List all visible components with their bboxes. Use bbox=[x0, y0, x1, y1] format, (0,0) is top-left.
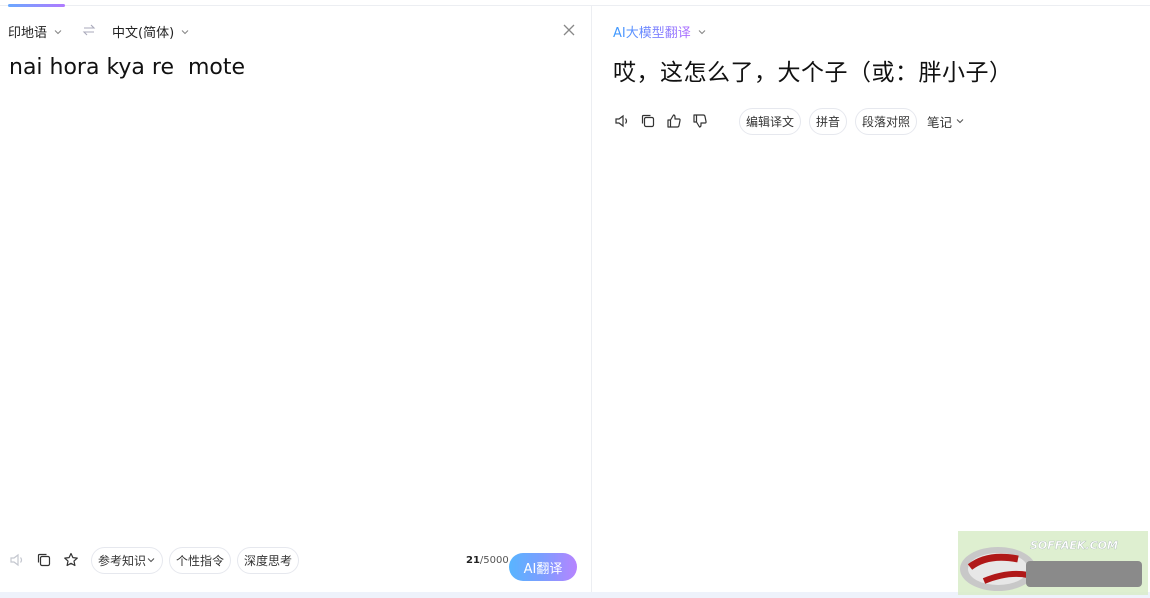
close-icon[interactable] bbox=[562, 23, 576, 37]
pinyin-button[interactable]: 拼音 bbox=[809, 107, 848, 135]
speaker-icon[interactable] bbox=[613, 112, 631, 130]
ai-translate-button[interactable]: AI翻译 bbox=[509, 553, 577, 581]
paragraph-compare-button[interactable]: 段落对照 bbox=[855, 107, 918, 135]
target-pane: AI大模型翻译 哎，这怎么了，大个子（或：胖小子） 编辑译文 拼音 段落对照 笔… bbox=[593, 6, 1150, 592]
target-language-label: 中文(简体) bbox=[112, 26, 175, 41]
notes-button[interactable]: 笔记 bbox=[927, 112, 965, 131]
chevron-down-icon bbox=[54, 29, 62, 34]
source-language-label: 印地语 bbox=[8, 26, 48, 41]
chevron-down-icon bbox=[956, 119, 964, 124]
speaker-icon[interactable] bbox=[8, 551, 26, 569]
model-label: AI大模型翻译 bbox=[613, 22, 691, 41]
star-icon[interactable] bbox=[62, 551, 80, 569]
chevron-down-icon bbox=[147, 558, 155, 563]
thumbs-up-icon[interactable] bbox=[665, 112, 683, 130]
watermark-text: SOFFAEK.COM bbox=[1030, 539, 1118, 552]
chevron-down-icon bbox=[181, 29, 189, 34]
translator-app: 印地语 中文(简体) nai hora kya re mote 参考知识 个性指… bbox=[0, 0, 1150, 598]
swap-icon[interactable] bbox=[82, 23, 96, 37]
copy-icon[interactable] bbox=[639, 112, 657, 130]
knowledge-button[interactable]: 参考知识 bbox=[91, 546, 164, 574]
instruction-button[interactable]: 个性指令 bbox=[169, 546, 232, 574]
notes-label: 笔记 bbox=[927, 114, 953, 130]
model-select[interactable]: AI大模型翻译 bbox=[613, 22, 707, 41]
deep-think-button[interactable]: 深度思考 bbox=[237, 546, 300, 574]
source-language-select[interactable]: 印地语 bbox=[8, 22, 63, 41]
edit-translation-button[interactable]: 编辑译文 bbox=[739, 107, 802, 135]
translation-output: 哎，这怎么了，大个子（或：胖小子） bbox=[613, 60, 1013, 86]
watermark-logo: SOFFAEK.COM bbox=[958, 531, 1148, 595]
char-count: 21 bbox=[466, 555, 480, 566]
char-counter: 21/5000 bbox=[466, 555, 509, 566]
char-limit: /5000 bbox=[479, 555, 509, 566]
source-toolbar: 参考知识 个性指令 深度思考 bbox=[8, 546, 300, 574]
knowledge-label: 参考知识 bbox=[98, 553, 147, 568]
source-pane: 印地语 中文(简体) nai hora kya re mote 参考知识 个性指… bbox=[0, 6, 592, 592]
source-text-input[interactable]: nai hora kya re mote bbox=[9, 55, 245, 80]
target-language-select[interactable]: 中文(简体) bbox=[112, 22, 190, 41]
translation-toolbar: 编辑译文 拼音 段落对照 笔记 bbox=[613, 107, 965, 135]
thumbs-down-icon[interactable] bbox=[691, 112, 709, 130]
chevron-down-icon bbox=[698, 29, 706, 34]
copy-icon[interactable] bbox=[35, 551, 53, 569]
